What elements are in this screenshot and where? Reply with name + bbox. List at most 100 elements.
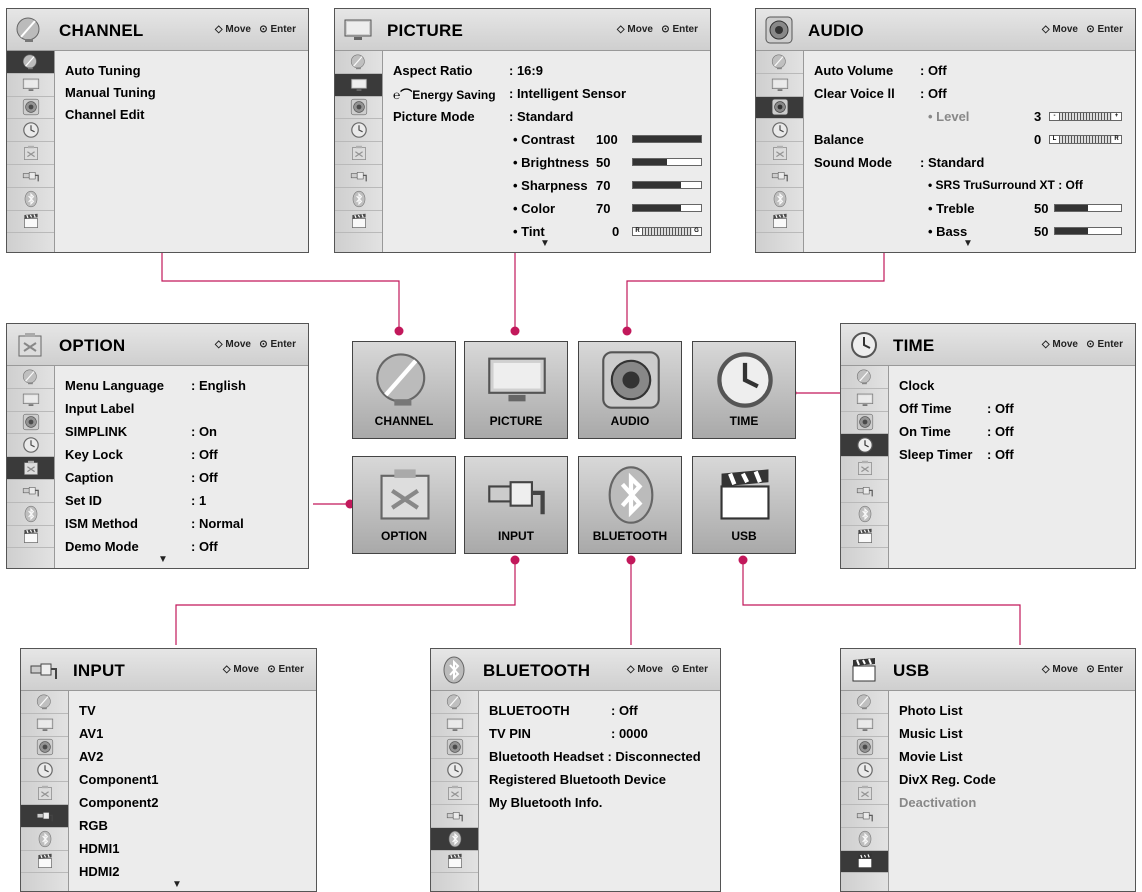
input-row[interactable]: Component2 xyxy=(69,791,316,813)
sidebar-tab-bluetooth[interactable] xyxy=(756,188,803,211)
option-row[interactable]: Caption: Off xyxy=(55,466,308,488)
clear-voice-row[interactable]: Clear Voice ll: Off xyxy=(804,82,1135,104)
sidebar-tab-option[interactable] xyxy=(21,782,68,805)
scroll-down-arrow[interactable]: ▼ xyxy=(963,238,973,249)
scroll-down-arrow[interactable]: ▼ xyxy=(158,554,168,565)
sidebar-tab-usb[interactable] xyxy=(7,211,54,234)
sidebar-tab-channel[interactable] xyxy=(7,51,54,74)
sidebar-tab-picture[interactable] xyxy=(756,74,803,97)
picture-mode-row[interactable]: Picture Mode: Standard xyxy=(383,105,710,127)
sharpness-level-bar[interactable] xyxy=(632,181,702,189)
picture-tile[interactable]: PICTURE xyxy=(464,341,568,439)
sidebar-tab-input[interactable] xyxy=(756,165,803,188)
bluetooth-row[interactable]: BLUETOOTH: Off xyxy=(479,699,720,721)
time-row[interactable]: Clock xyxy=(889,374,1135,396)
menu-item-auto-tuning[interactable]: Auto Tuning xyxy=(55,59,308,81)
sidebar-tab-time[interactable] xyxy=(431,759,478,783)
menu-sidebar[interactable] xyxy=(431,691,479,891)
menu-sidebar[interactable] xyxy=(756,51,804,252)
channel-tile[interactable]: CHANNEL xyxy=(352,341,456,439)
sidebar-tab-option[interactable] xyxy=(841,782,888,805)
balance-scale[interactable]: LR xyxy=(1049,135,1122,144)
sidebar-tab-channel[interactable] xyxy=(335,51,382,74)
level-scale[interactable]: - + xyxy=(1049,112,1122,121)
usb-row[interactable]: Deactivation xyxy=(889,791,1135,813)
bluetooth-row[interactable]: My Bluetooth Info. xyxy=(479,791,720,813)
sidebar-tab-bluetooth[interactable] xyxy=(431,827,478,851)
time-row[interactable]: Off Time: Off xyxy=(889,397,1135,419)
usb-row[interactable]: DivX Reg. Code xyxy=(889,768,1135,790)
option-tile[interactable]: OPTION xyxy=(352,456,456,554)
sidebar-tab-input[interactable] xyxy=(7,165,54,188)
sidebar-tab-channel[interactable] xyxy=(21,691,68,714)
sidebar-tab-time[interactable] xyxy=(841,759,888,783)
sidebar-tab-usb[interactable] xyxy=(335,211,382,234)
sidebar-tab-input[interactable] xyxy=(431,805,478,828)
sidebar-tab-audio[interactable] xyxy=(335,97,382,120)
sidebar-tab-time[interactable] xyxy=(335,119,382,143)
sidebar-tab-usb[interactable] xyxy=(21,851,68,874)
menu-sidebar[interactable] xyxy=(7,366,55,568)
sidebar-tab-input[interactable] xyxy=(841,480,888,503)
srs-trusurround-row[interactable]: • SRS TruSurround XT : Off xyxy=(804,174,1135,196)
menu-sidebar[interactable] xyxy=(841,691,889,891)
sidebar-tab-bluetooth[interactable] xyxy=(841,828,888,851)
usb-tile[interactable]: USB xyxy=(692,456,796,554)
usb-row[interactable]: Music List xyxy=(889,722,1135,744)
option-row[interactable]: ISM Method: Normal xyxy=(55,512,308,534)
brightness-row[interactable]: • Brightness 50 xyxy=(383,151,710,173)
sidebar-tab-time[interactable] xyxy=(7,434,54,458)
sidebar-tab-input[interactable] xyxy=(21,804,68,828)
contrast-row[interactable]: • Contrast 100 xyxy=(383,128,710,150)
usb-row[interactable]: Movie List xyxy=(889,745,1135,767)
menu-item-channel-edit[interactable]: Channel Edit xyxy=(55,103,308,125)
option-row[interactable]: SIMPLINK: On xyxy=(55,420,308,442)
sidebar-tab-picture[interactable] xyxy=(7,389,54,412)
scroll-down-arrow[interactable]: ▼ xyxy=(540,238,550,249)
sidebar-tab-time[interactable] xyxy=(756,119,803,143)
sidebar-tab-channel[interactable] xyxy=(756,51,803,74)
menu-sidebar[interactable] xyxy=(21,691,69,891)
option-row[interactable]: Menu Language: English xyxy=(55,374,308,396)
input-row[interactable]: AV2 xyxy=(69,745,316,767)
color-level-bar[interactable] xyxy=(632,204,702,212)
option-row[interactable]: Set ID: 1 xyxy=(55,489,308,511)
sidebar-tab-input[interactable] xyxy=(841,805,888,828)
input-row[interactable]: Component1 xyxy=(69,768,316,790)
tint-scale[interactable]: RG xyxy=(632,227,702,236)
sound-mode-row[interactable]: Sound Mode: Standard xyxy=(804,151,1135,173)
sidebar-tab-input[interactable] xyxy=(335,165,382,188)
input-row[interactable]: HDMI2 xyxy=(69,860,316,882)
sidebar-tab-usb[interactable] xyxy=(841,526,888,549)
sidebar-tab-time[interactable] xyxy=(21,759,68,783)
contrast-level-bar[interactable] xyxy=(632,135,702,143)
bluetooth-tile[interactable]: BLUETOOTH xyxy=(578,456,682,554)
sidebar-tab-usb[interactable] xyxy=(756,211,803,234)
sidebar-tab-audio[interactable] xyxy=(7,412,54,435)
sidebar-tab-option[interactable] xyxy=(841,457,888,480)
treble-level-bar[interactable] xyxy=(1054,204,1122,212)
sidebar-tab-channel[interactable] xyxy=(841,691,888,714)
sidebar-tab-option[interactable] xyxy=(335,142,382,165)
sidebar-tab-time[interactable] xyxy=(841,434,888,458)
time-row[interactable]: Sleep Timer: Off xyxy=(889,443,1135,465)
sidebar-tab-usb[interactable] xyxy=(7,526,54,549)
usb-row[interactable]: Photo List xyxy=(889,699,1135,721)
bluetooth-row[interactable]: Registered Bluetooth Device xyxy=(479,768,720,790)
sidebar-tab-option[interactable] xyxy=(756,142,803,165)
sidebar-tab-audio[interactable] xyxy=(841,412,888,435)
auto-volume-row[interactable]: Auto Volume: Off xyxy=(804,59,1135,81)
sidebar-tab-bluetooth[interactable] xyxy=(841,503,888,526)
color-row[interactable]: • Color 70 xyxy=(383,197,710,219)
balance-row[interactable]: Balance 0 L R xyxy=(804,128,1135,150)
sidebar-tab-audio[interactable] xyxy=(756,96,803,120)
sidebar-tab-channel[interactable] xyxy=(431,691,478,714)
sidebar-tab-picture[interactable] xyxy=(841,714,888,737)
option-row[interactable]: Key Lock: Off xyxy=(55,443,308,465)
time-tile[interactable]: TIME xyxy=(692,341,796,439)
sidebar-tab-time[interactable] xyxy=(7,119,54,143)
sidebar-tab-audio[interactable] xyxy=(21,737,68,760)
sidebar-tab-channel[interactable] xyxy=(7,366,54,389)
sidebar-tab-picture[interactable] xyxy=(431,714,478,737)
sidebar-tab-option[interactable] xyxy=(431,782,478,805)
